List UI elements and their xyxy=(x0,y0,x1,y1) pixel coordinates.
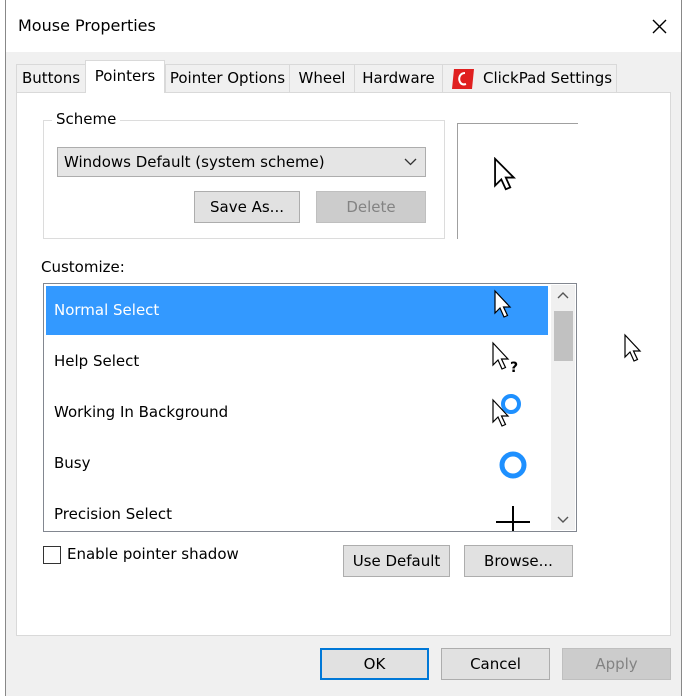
browse-button[interactable]: Browse... xyxy=(464,545,573,577)
chevron-down-icon xyxy=(557,516,569,523)
list-item-busy[interactable]: Busy xyxy=(46,439,548,488)
background-window-edge-right xyxy=(681,0,688,696)
chevron-down-icon xyxy=(404,158,417,166)
arrow-cursor-icon xyxy=(494,289,512,318)
tab-pointer-options[interactable]: Pointer Options xyxy=(165,64,290,92)
list-item-label: Busy xyxy=(54,454,91,472)
title-bar: Mouse Properties xyxy=(6,0,681,52)
crosshair-cursor-icon xyxy=(496,506,530,531)
tab-label: Pointers xyxy=(94,67,156,85)
list-item-precision-select[interactable]: Precision Select xyxy=(46,490,548,531)
scroll-up-button[interactable] xyxy=(551,285,575,307)
window-title: Mouse Properties xyxy=(18,16,156,35)
scheme-group: Scheme Windows Default (system scheme) S… xyxy=(43,110,445,239)
ok-button[interactable]: OK xyxy=(320,648,429,680)
tab-clickpad-settings[interactable]: ClickPad Settings xyxy=(442,64,617,92)
tab-label: Pointer Options xyxy=(169,69,286,87)
apply-button[interactable]: Apply xyxy=(562,648,671,680)
scheme-dropdown-value: Windows Default (system scheme) xyxy=(64,153,325,171)
scheme-dropdown[interactable]: Windows Default (system scheme) xyxy=(57,147,426,177)
scroll-down-button[interactable] xyxy=(551,508,575,530)
customize-cursor-list[interactable]: Normal Select Help Select ? Working In B… xyxy=(43,283,577,532)
pointers-panel: Scheme Windows Default (system scheme) S… xyxy=(16,92,671,636)
pointer-preview xyxy=(457,123,578,239)
customize-label: Customize: xyxy=(41,258,125,276)
preview-arrow-cursor-icon xyxy=(494,157,516,191)
close-button[interactable] xyxy=(639,8,679,44)
list-item-help-select[interactable]: Help Select ? xyxy=(46,337,548,386)
enable-pointer-shadow-checkbox[interactable] xyxy=(43,546,61,564)
svg-text:?: ? xyxy=(510,360,518,376)
tab-hardware[interactable]: Hardware xyxy=(354,64,443,92)
tab-wheel[interactable]: Wheel xyxy=(289,64,355,92)
busy-cursor-icon xyxy=(499,451,527,479)
scheme-group-label: Scheme xyxy=(52,110,121,128)
clickpad-logo-icon xyxy=(452,69,474,89)
help-cursor-icon: ? xyxy=(492,341,518,376)
list-item-label: Normal Select xyxy=(54,301,160,319)
chevron-up-icon xyxy=(557,292,569,299)
tab-label: ClickPad Settings xyxy=(483,69,613,87)
save-as-button[interactable]: Save As... xyxy=(194,191,300,223)
vertical-scrollbar[interactable] xyxy=(551,285,575,530)
tab-pointers[interactable]: Pointers xyxy=(85,60,165,93)
scrollbar-thumb[interactable] xyxy=(554,311,573,361)
list-item-label: Precision Select xyxy=(54,505,172,523)
tab-label: Buttons xyxy=(21,69,81,87)
tab-buttons[interactable]: Buttons xyxy=(16,64,86,92)
close-icon xyxy=(652,19,667,34)
delete-button[interactable]: Delete xyxy=(316,191,426,223)
list-item-label: Working In Background xyxy=(54,403,229,421)
tab-label: Wheel xyxy=(298,69,346,87)
enable-pointer-shadow-label: Enable pointer shadow xyxy=(67,545,239,563)
cancel-button[interactable]: Cancel xyxy=(441,648,550,680)
list-item-normal-select[interactable]: Normal Select xyxy=(46,286,548,335)
list-item-label: Help Select xyxy=(54,352,140,370)
tab-strip: Buttons Pointers Pointer Options Wheel H… xyxy=(16,60,671,93)
mouse-pointer-icon xyxy=(624,333,642,362)
tab-label: Hardware xyxy=(362,69,435,87)
working-background-cursor-icon xyxy=(492,394,521,427)
use-default-button[interactable]: Use Default xyxy=(343,545,450,577)
list-item-working-in-background[interactable]: Working In Background xyxy=(46,388,548,437)
mouse-properties-dialog: Mouse Properties Buttons Pointers Pointe… xyxy=(5,0,682,696)
